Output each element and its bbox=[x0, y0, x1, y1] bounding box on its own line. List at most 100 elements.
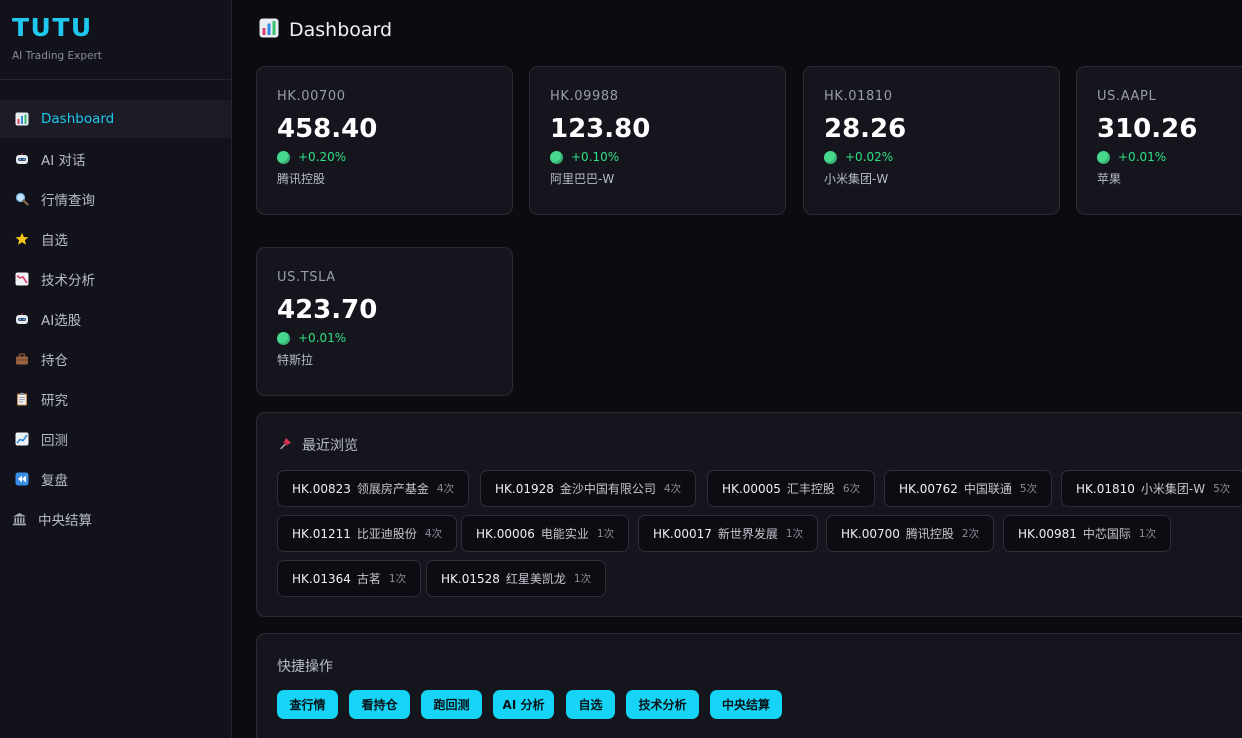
quote-card[interactable]: HK.09988 123.80 +0.10% 阿里巴巴-W bbox=[529, 66, 786, 215]
sidebar-item-review[interactable]: 复盘 bbox=[0, 460, 231, 498]
sidebar-item-ai-stock-picker[interactable]: AI选股 bbox=[0, 300, 231, 338]
quote-card[interactable]: HK.00700 458.40 +0.20% 腾讯控股 bbox=[256, 66, 513, 215]
sidebar-item-label: 回测 bbox=[41, 433, 68, 449]
recent-header: 最近浏览 bbox=[279, 435, 358, 455]
chip-count: 5次 bbox=[1213, 483, 1231, 495]
quick-action-clearing-button[interactable]: 中央结算 bbox=[710, 690, 782, 719]
quick-actions-title: 快捷操作 bbox=[277, 659, 333, 675]
sidebar-item-label: AI选股 bbox=[41, 313, 82, 329]
quote-change: +0.10% bbox=[571, 150, 620, 164]
sidebar-item-backtest[interactable]: 回测 bbox=[0, 420, 231, 458]
green-circle-icon bbox=[1097, 150, 1110, 164]
quote-change: +0.02% bbox=[845, 150, 894, 164]
chip-count: 4次 bbox=[424, 528, 443, 540]
sidebar-item-label: 研究 bbox=[41, 393, 68, 409]
sidebar-item-market-query[interactable]: 行情查询 bbox=[0, 180, 231, 218]
sidebar-item-research[interactable]: 研究 bbox=[0, 380, 231, 418]
sidebar-item-technical-analysis[interactable]: 技术分析 bbox=[0, 260, 231, 298]
quote-name: 特斯拉 bbox=[277, 353, 314, 367]
chip-symbol: HK.01528 bbox=[441, 571, 500, 586]
green-circle-icon bbox=[277, 150, 290, 164]
quote-price: 28.26 bbox=[824, 114, 907, 144]
star-icon bbox=[14, 231, 30, 247]
chip-name: 中芯国际 bbox=[1082, 527, 1131, 541]
recent-chip[interactable]: HK.00006 电能实业 1次 bbox=[461, 515, 630, 552]
bar-chart-icon bbox=[259, 18, 279, 42]
quote-name: 阿里巴巴-W bbox=[550, 172, 615, 186]
recent-chip[interactable]: HK.01928 金沙中国有限公司 4次 bbox=[480, 470, 697, 507]
quick-action-ai-analysis-button[interactable]: AI 分析 bbox=[493, 690, 554, 719]
pushpin-icon bbox=[279, 436, 293, 454]
chip-name: 电能实业 bbox=[540, 527, 589, 541]
robot-icon bbox=[14, 311, 30, 327]
recent-chip[interactable]: HK.00981 中芯国际 1次 bbox=[1003, 515, 1172, 552]
quick-action-positions-button[interactable]: 看持仓 bbox=[349, 690, 410, 719]
quote-change: +0.01% bbox=[1118, 150, 1167, 164]
quick-action-watchlist-button[interactable]: 自选 bbox=[566, 690, 615, 719]
quote-price: 310.26 bbox=[1097, 114, 1198, 144]
recent-chip[interactable]: HK.00823 领展房产基金 4次 bbox=[277, 470, 470, 507]
quick-action-technical-button[interactable]: 技术分析 bbox=[626, 690, 699, 719]
brand-subtitle: AI Trading Expert bbox=[12, 50, 102, 62]
chip-symbol: HK.01928 bbox=[495, 481, 554, 496]
chip-symbol: HK.01364 bbox=[292, 571, 351, 586]
quick-action-backtest-button[interactable]: 跑回测 bbox=[421, 690, 482, 719]
quote-price: 458.40 bbox=[277, 114, 378, 144]
brand: TUTU AI Trading Expert bbox=[0, 0, 231, 80]
quote-price: 123.80 bbox=[550, 114, 651, 144]
magnifier-icon bbox=[14, 191, 30, 207]
sidebar-item-label: 中央结算 bbox=[38, 513, 92, 529]
green-circle-icon bbox=[277, 331, 290, 345]
quote-symbol: HK.01810 bbox=[824, 89, 893, 104]
chip-count: 2次 bbox=[961, 528, 980, 540]
recent-chip[interactable]: HK.00005 汇丰控股 6次 bbox=[707, 470, 876, 507]
chip-name: 中国联通 bbox=[963, 482, 1012, 496]
quick-action-market-button[interactable]: 查行情 bbox=[277, 690, 338, 719]
green-circle-icon bbox=[550, 150, 563, 164]
chart-down-icon bbox=[14, 271, 30, 287]
quote-card[interactable]: US.TSLA 423.70 +0.01% 特斯拉 bbox=[256, 247, 513, 396]
chip-name: 比亚迪股份 bbox=[356, 527, 417, 541]
chip-symbol: HK.00823 bbox=[292, 481, 351, 496]
chip-count: 1次 bbox=[388, 573, 407, 585]
chip-symbol: HK.00017 bbox=[653, 526, 712, 541]
quote-symbol: HK.09988 bbox=[550, 89, 619, 104]
quote-symbol: HK.00700 bbox=[277, 89, 346, 104]
sidebar-item-watchlist[interactable]: 自选 bbox=[0, 220, 231, 258]
robot-icon bbox=[14, 151, 30, 167]
chip-count: 1次 bbox=[785, 528, 804, 540]
sidebar-item-label: 持仓 bbox=[41, 353, 68, 369]
sidebar-item-ai-chat[interactable]: AI 对话 bbox=[0, 140, 231, 178]
sidebar-item-central-clearing[interactable]: 中央结算 bbox=[0, 500, 231, 538]
recent-chip[interactable]: HK.01364 古茗 1次 bbox=[277, 560, 422, 597]
chip-symbol: HK.01211 bbox=[292, 526, 351, 541]
sidebar-item-label: Dashboard bbox=[41, 111, 115, 127]
recent-chip[interactable]: HK.01211 比亚迪股份 4次 bbox=[277, 515, 458, 552]
chip-name: 小米集团-W bbox=[1140, 482, 1206, 496]
sidebar-item-label: 技术分析 bbox=[41, 273, 95, 289]
sidebar-item-dashboard[interactable]: Dashboard bbox=[0, 100, 231, 138]
bank-icon bbox=[11, 511, 27, 527]
chip-count: 1次 bbox=[1138, 528, 1157, 540]
sidebar-item-label: 自选 bbox=[41, 233, 68, 249]
chip-count: 1次 bbox=[596, 528, 615, 540]
briefcase-icon bbox=[14, 351, 30, 367]
quote-change: +0.20% bbox=[298, 150, 347, 164]
green-circle-icon bbox=[824, 150, 837, 164]
quote-change: +0.01% bbox=[298, 331, 347, 345]
recent-chip[interactable]: HK.00700 腾讯控股 2次 bbox=[826, 515, 995, 552]
quote-card[interactable]: US.AAPL 310.26 +0.01% 苹果 bbox=[1076, 66, 1242, 215]
chip-symbol: HK.00006 bbox=[476, 526, 535, 541]
chip-count: 6次 bbox=[842, 483, 861, 495]
recent-chip[interactable]: HK.01810 小米集团-W 5次 bbox=[1061, 470, 1242, 507]
recent-chip[interactable]: HK.00017 新世界发展 1次 bbox=[638, 515, 819, 552]
quote-price: 423.70 bbox=[277, 295, 378, 325]
quote-card[interactable]: HK.01810 28.26 +0.02% 小米集团-W bbox=[803, 66, 1060, 215]
quote-name: 苹果 bbox=[1097, 172, 1122, 186]
sidebar-item-positions[interactable]: 持仓 bbox=[0, 340, 231, 378]
recent-chip[interactable]: HK.00762 中国联通 5次 bbox=[884, 470, 1053, 507]
quick-actions-panel: 快捷操作 查行情 看持仓 跑回测 AI 分析 自选 技术分析 中央结算 bbox=[256, 633, 1242, 738]
page-header: Dashboard bbox=[259, 18, 392, 42]
chip-name: 古茗 bbox=[356, 572, 381, 586]
recent-chip[interactable]: HK.01528 红星美凯龙 1次 bbox=[426, 560, 607, 597]
